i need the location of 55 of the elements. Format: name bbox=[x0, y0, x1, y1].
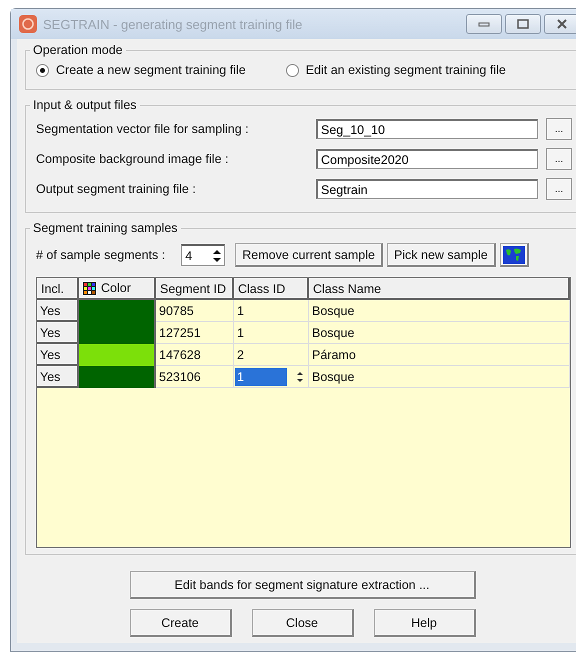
table-cell: 1 bbox=[234, 300, 309, 322]
column-header[interactable]: Color bbox=[79, 278, 156, 300]
table-cell: Bosque bbox=[309, 322, 570, 344]
group-title: Operation mode bbox=[32, 43, 124, 57]
close-button[interactable] bbox=[544, 14, 576, 34]
map-button[interactable] bbox=[500, 243, 529, 267]
dialog-button[interactable]: Help bbox=[374, 609, 476, 637]
input-field[interactable]: Seg_10_10 bbox=[316, 119, 538, 139]
toolbar-button[interactable]: Remove current sample bbox=[235, 243, 383, 267]
table-cell: Bosque bbox=[309, 300, 570, 322]
browse-button[interactable]: ... bbox=[546, 118, 572, 140]
count-spinner[interactable]: 4 bbox=[181, 244, 226, 266]
radio-option[interactable]: Edit an existing segment training file bbox=[286, 63, 506, 77]
table-cell: 127251 bbox=[156, 322, 234, 344]
window-title: SEGTRAIN - generating segment training file bbox=[43, 16, 304, 32]
browse-button[interactable]: ... bbox=[546, 148, 572, 170]
app-icon bbox=[19, 15, 37, 33]
table-cell: 147628 bbox=[156, 344, 234, 366]
group-title: Input & output files bbox=[32, 98, 138, 112]
table-cell: Páramo bbox=[309, 344, 570, 366]
field-label: Segmentation vector file for sampling : bbox=[36, 122, 250, 136]
column-header[interactable]: Class Name bbox=[309, 278, 570, 300]
input-field[interactable]: Segtrain bbox=[316, 179, 538, 199]
toolbar-button[interactable]: Pick new sample bbox=[386, 243, 496, 267]
table-cell: 1 bbox=[234, 322, 309, 344]
cell-editor[interactable]: 1 bbox=[235, 368, 287, 386]
dialog-button[interactable]: Close bbox=[252, 609, 354, 637]
radio-option[interactable]: Create a new segment training file bbox=[36, 63, 246, 77]
table-cell: Yes bbox=[37, 322, 79, 344]
table-cell: Yes bbox=[37, 300, 79, 322]
column-header[interactable]: Incl. bbox=[37, 278, 79, 300]
table-cell: 523106 bbox=[156, 366, 234, 388]
field-label: # of sample segments : bbox=[36, 248, 166, 262]
edit-bands-button[interactable]: Edit bands for segment signature extraction ... bbox=[130, 571, 476, 599]
table-cell: Yes bbox=[37, 344, 79, 366]
table-cell: 2 bbox=[234, 344, 309, 366]
close-icon bbox=[556, 19, 568, 29]
browse-button[interactable]: ... bbox=[546, 178, 572, 200]
minimize-icon bbox=[478, 20, 490, 28]
dialog-button[interactable]: Create bbox=[130, 609, 232, 637]
maximize-icon bbox=[517, 19, 529, 29]
table-cell: 90785 bbox=[156, 300, 234, 322]
column-header[interactable]: Segment ID bbox=[156, 278, 234, 300]
spinner-icon[interactable] bbox=[295, 370, 305, 384]
minimize-button[interactable] bbox=[466, 14, 502, 34]
globe-icon bbox=[502, 246, 525, 264]
table-cell: Bosque bbox=[309, 366, 570, 388]
table-cell: Yes bbox=[37, 366, 79, 388]
field-label: Output segment training file : bbox=[36, 182, 197, 196]
palette-icon bbox=[83, 282, 96, 294]
field-label: Composite background image file : bbox=[36, 152, 230, 166]
group-title: Segment training samples bbox=[32, 221, 179, 235]
maximize-button[interactable] bbox=[505, 14, 541, 34]
input-field[interactable]: Composite2020 bbox=[316, 149, 538, 169]
column-header[interactable]: Class ID bbox=[234, 278, 309, 300]
